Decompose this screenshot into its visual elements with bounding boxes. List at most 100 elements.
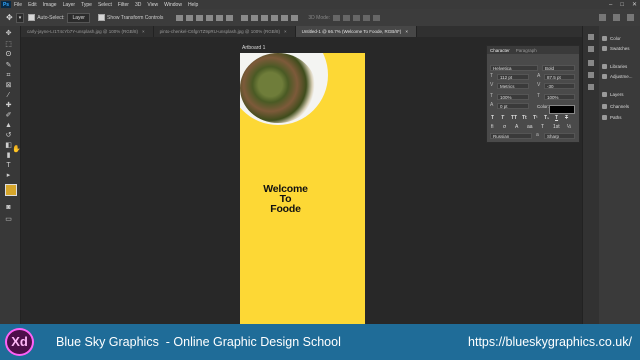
underline-button[interactable]: T: [555, 115, 558, 121]
align-center-icon[interactable]: [216, 14, 224, 21]
workspace-icon[interactable]: [613, 14, 620, 21]
align-top-icon[interactable]: [176, 14, 184, 21]
menu-file[interactable]: File: [14, 2, 22, 8]
fractions-icon[interactable]: ½: [567, 124, 571, 130]
panel-libraries[interactable]: Libraries: [602, 64, 627, 69]
language-dropdown[interactable]: Russian: [490, 133, 532, 139]
menu-3d[interactable]: 3D: [135, 2, 141, 8]
tab-untitled-1[interactable]: Untitled-1 @ 66.7% (Welcome To Foode, RG…: [295, 26, 417, 37]
align-middle-icon[interactable]: [186, 14, 194, 21]
oldstyle-icon[interactable]: σ: [503, 124, 506, 130]
gradient-tool-icon[interactable]: ▮: [4, 152, 13, 159]
hand-tool-icon[interactable]: ✋: [12, 146, 21, 153]
titling-icon[interactable]: T: [541, 124, 544, 130]
maximize-icon[interactable]: □: [620, 2, 624, 8]
eyedropper-tool-icon[interactable]: ⁄: [4, 92, 13, 99]
strikethrough-button[interactable]: T: [565, 115, 568, 121]
swash-icon[interactable]: A: [515, 124, 518, 130]
move-tool-icon[interactable]: ✥: [4, 30, 13, 37]
faux-italic-button[interactable]: T: [501, 115, 504, 121]
distribute-bottom-icon[interactable]: [261, 14, 269, 21]
lasso-tool-icon[interactable]: ʘ: [4, 51, 13, 58]
footer-url[interactable]: https://blueskygraphics.co.uk/: [468, 335, 632, 349]
align-bottom-icon[interactable]: [196, 14, 204, 21]
all-caps-button[interactable]: TT: [511, 115, 517, 121]
ligature-icon[interactable]: fi: [491, 124, 494, 130]
tab-paragraph[interactable]: Paragraph: [516, 48, 537, 53]
3d-slide-icon[interactable]: [363, 14, 371, 21]
type-tool-icon[interactable]: T: [4, 162, 13, 169]
close-icon[interactable]: ×: [142, 29, 145, 34]
distribute-top-icon[interactable]: [241, 14, 249, 21]
artboard[interactable]: Welcome To Foode: [240, 53, 365, 324]
ordinals-icon[interactable]: 1st: [553, 124, 560, 130]
distribute-right-icon[interactable]: [291, 14, 299, 21]
font-style-dropdown[interactable]: Bold: [542, 65, 575, 71]
history-icon[interactable]: [588, 34, 594, 40]
menu-select[interactable]: Select: [98, 2, 112, 8]
antialias-dropdown[interactable]: Sharp: [544, 133, 575, 139]
menu-help[interactable]: Help: [188, 2, 198, 8]
move-tool-icon[interactable]: ✥: [6, 13, 13, 22]
close-icon[interactable]: ×: [405, 29, 408, 34]
path-select-icon[interactable]: ▸: [4, 172, 13, 179]
healing-brush-icon[interactable]: ✚: [4, 102, 13, 109]
3d-pan-icon[interactable]: [353, 14, 361, 21]
subscript-button[interactable]: T₁: [544, 115, 549, 121]
font-family-dropdown[interactable]: Helvetica: [490, 65, 538, 71]
panel-channels[interactable]: Channels: [602, 104, 629, 109]
glyphs-icon[interactable]: [588, 84, 594, 90]
history-brush-icon[interactable]: ↺: [4, 132, 13, 139]
panel-color[interactable]: Color: [602, 36, 621, 41]
frame-tool-icon[interactable]: ⊠: [4, 82, 13, 89]
marquee-tool-icon[interactable]: ⬚: [4, 41, 13, 48]
menu-window[interactable]: Window: [164, 2, 182, 8]
auto-select-checkbox[interactable]: [28, 14, 36, 21]
distribute-middle-icon[interactable]: [251, 14, 259, 21]
minimize-icon[interactable]: –: [609, 2, 612, 8]
panel-layers[interactable]: Layers: [602, 92, 624, 97]
artboard-label[interactable]: Artboard 1: [242, 45, 265, 51]
tool-preset-dropdown[interactable]: ▾: [15, 12, 25, 23]
3d-scale-icon[interactable]: [373, 14, 381, 21]
3d-rotate-icon[interactable]: [333, 14, 341, 21]
3d-roll-icon[interactable]: [343, 14, 351, 21]
auto-select-dropdown[interactable]: Layer: [67, 12, 90, 23]
align-right-icon[interactable]: [226, 14, 234, 21]
properties-icon[interactable]: [588, 46, 594, 52]
menu-view[interactable]: View: [147, 2, 158, 8]
menu-edit[interactable]: Edit: [28, 2, 37, 8]
tab-carly-jayne[interactable]: carly-jayne-Lr1T4cYb7Y-unsplash.jpg @ 10…: [21, 26, 154, 37]
kerning-field[interactable]: Metrics: [497, 83, 529, 89]
font-size-field[interactable]: 112 pt: [497, 74, 529, 80]
clone-stamp-icon[interactable]: ▲: [4, 122, 13, 129]
horizontal-scale-field[interactable]: 100%: [544, 94, 575, 100]
stylistic-alt-icon[interactable]: aa: [527, 124, 533, 130]
align-left-icon[interactable]: [206, 14, 214, 21]
vertical-scale-field[interactable]: 100%: [497, 94, 529, 100]
tracking-field[interactable]: -30: [544, 83, 575, 89]
tab-pinto-chenkel[interactable]: pinto-chenkel-C6fgnTZ9pRU-unsplash.jpg @…: [154, 26, 296, 37]
quick-select-tool-icon[interactable]: ✎: [4, 62, 13, 69]
panel-paths[interactable]: Paths: [602, 115, 622, 120]
menu-image[interactable]: Image: [43, 2, 57, 8]
menu-type[interactable]: Type: [81, 2, 92, 8]
character-icon[interactable]: [588, 60, 594, 66]
baseline-shift-field[interactable]: 0 pt: [497, 103, 529, 109]
share-icon[interactable]: [627, 14, 634, 21]
faux-bold-button[interactable]: T: [491, 115, 494, 121]
brush-tool-icon[interactable]: ✐: [4, 112, 13, 119]
headline-text-layer[interactable]: Welcome To Foode: [240, 184, 331, 215]
superscript-button[interactable]: T¹: [533, 115, 538, 121]
menu-layer[interactable]: Layer: [63, 2, 76, 8]
distribute-left-icon[interactable]: [271, 14, 279, 21]
search-icon[interactable]: [599, 14, 606, 21]
small-caps-button[interactable]: Tt: [522, 115, 527, 121]
crop-tool-icon[interactable]: ⌗: [4, 72, 13, 79]
panel-adjustments[interactable]: Adjustme...: [602, 74, 633, 79]
tab-character[interactable]: Character: [490, 48, 510, 53]
panel-swatches[interactable]: Swatches: [602, 46, 630, 51]
menu-filter[interactable]: Filter: [118, 2, 129, 8]
leading-field[interactable]: 87.5 pt: [544, 74, 575, 80]
distribute-center-icon[interactable]: [281, 14, 289, 21]
